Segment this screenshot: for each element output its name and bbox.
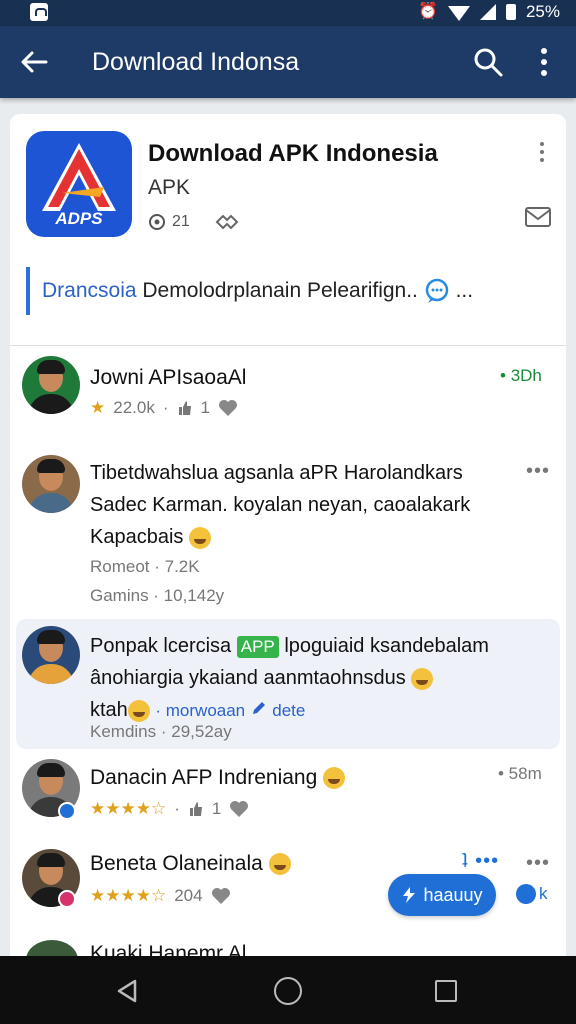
comment-author[interactable]: Jowni APIsaoaAl: [90, 366, 246, 390]
description-highlight: Drancsoia: [42, 279, 137, 302]
heart-icon[interactable]: [211, 887, 231, 905]
comment-text-line: Tibetdwahslua agsanla aPR Harolandkars: [90, 462, 463, 484]
chat-bubble-icon[interactable]: [424, 278, 450, 304]
thumbs-up-icon[interactable]: [177, 400, 193, 416]
more-vertical-icon[interactable]: [530, 44, 558, 80]
app-stat-value: 21: [172, 213, 190, 230]
rating-count: 204: [174, 886, 203, 905]
smile-emoji-icon: [188, 526, 211, 549]
star-icon: ★: [90, 398, 106, 417]
nav-home-icon[interactable]: [274, 977, 302, 1005]
app-stats: 21: [148, 213, 240, 231]
search-icon[interactable]: [472, 46, 504, 78]
reply-more-icon[interactable]: ʇ •••: [462, 850, 499, 873]
app-description: Drancsoia Demolodrplanain Pelearifign.. …: [26, 267, 550, 315]
mail-icon[interactable]: [524, 205, 552, 229]
thumbs-up-icon[interactable]: [188, 801, 204, 817]
app-type: APK: [148, 176, 191, 199]
avatar[interactable]: [22, 356, 80, 414]
alarm-icon: ⏰: [418, 3, 438, 20]
back-arrow-icon[interactable]: [18, 46, 50, 78]
comment-meta: Romeot · 7.2K: [90, 557, 200, 576]
info-circle-icon: [149, 214, 165, 230]
app-icon-label: ADPS: [55, 209, 103, 228]
nav-back-icon[interactable]: [114, 978, 140, 1004]
live-badge-icon: [58, 890, 76, 908]
comment-meta: ★ 22.0k · 1: [90, 398, 238, 418]
app-more-icon[interactable]: [532, 140, 552, 164]
page-title: Download Indonsa: [92, 48, 300, 76]
comment-more-icon[interactable]: •••: [526, 852, 550, 875]
app-icon[interactable]: ADPS: [26, 131, 132, 237]
like-count: 1: [211, 799, 222, 818]
comment-link[interactable]: dete: [272, 701, 305, 720]
comment-meta: Gamins · 10,142y: [90, 586, 225, 605]
pencil-icon[interactable]: [251, 700, 267, 716]
app-bar: Download Indonsa: [0, 26, 576, 98]
comment-author[interactable]: Beneta Olaneinala: [90, 852, 291, 876]
comment-text-line: Sadec Karman. koyalan neyan, caoalakark: [90, 494, 471, 516]
star-rating: ★★★★☆: [90, 886, 167, 905]
comment-meta: Kemdins · 29,52ay: [90, 722, 232, 741]
status-bar: ⏰ 25%: [0, 0, 576, 26]
rating-value: 22.0k: [113, 398, 155, 417]
star-rating: ★★★★☆: [90, 799, 167, 818]
description-text: Demolodrplanain Pelearifign..: [142, 279, 418, 302]
smile-emoji-icon: [268, 853, 291, 876]
battery-percent: 25%: [525, 2, 560, 21]
comment-more-icon[interactable]: •••: [526, 460, 550, 483]
comment-time: • 3Dh: [500, 366, 542, 385]
app-chip[interactable]: APP: [236, 636, 279, 658]
follow-button[interactable]: haauuy: [388, 874, 496, 916]
notification-icon: [30, 3, 48, 21]
verified-chip[interactable]: k: [516, 884, 548, 904]
bolt-icon: [403, 887, 416, 903]
heart-icon[interactable]: [229, 800, 249, 818]
comment-link[interactable]: · morwoaan: [155, 701, 245, 720]
comment-author[interactable]: Kuaki Hanemr Al: [90, 942, 246, 956]
battery-icon: [505, 4, 516, 20]
comment-text-line: ânohiargia ykaiand aanmtaohnsdus: [90, 662, 434, 694]
comment-meta: ★★★★☆ · 1: [90, 799, 249, 819]
divider: [10, 345, 566, 346]
check-icon: [516, 884, 536, 904]
comment-time: • 58m: [498, 764, 542, 783]
smile-emoji-icon: [411, 667, 434, 690]
avatar[interactable]: [26, 940, 78, 956]
app-name: Download APK Indonesia: [148, 140, 438, 167]
comment-meta: ★★★★☆ 204: [90, 886, 231, 906]
handshake-icon[interactable]: [214, 213, 240, 231]
status-right: ⏰ 25%: [418, 2, 560, 22]
heart-icon[interactable]: [218, 399, 238, 417]
wifi-icon: [447, 5, 470, 21]
comment-text-line: Kapacbais: [90, 521, 211, 553]
signal-icon: [479, 4, 496, 20]
avatar[interactable]: [22, 455, 80, 513]
nav-recents-icon[interactable]: [435, 980, 457, 1002]
like-count: 1: [200, 398, 210, 417]
smile-emoji-icon: [127, 699, 150, 722]
comment-author[interactable]: Danacin AFP Indreniang: [90, 766, 346, 790]
main-content: ADPS Download APK Indonesia APK 21 Dranc…: [10, 114, 566, 956]
verified-badge-icon: [58, 802, 76, 820]
description-trail: ...: [455, 279, 474, 302]
avatar[interactable]: [22, 626, 80, 684]
smile-emoji-icon: [323, 767, 346, 790]
system-nav-bar: [0, 956, 576, 1024]
comment-text-line: Ponpak lcercisa APP lpoguiaid ksandebala…: [90, 635, 489, 658]
